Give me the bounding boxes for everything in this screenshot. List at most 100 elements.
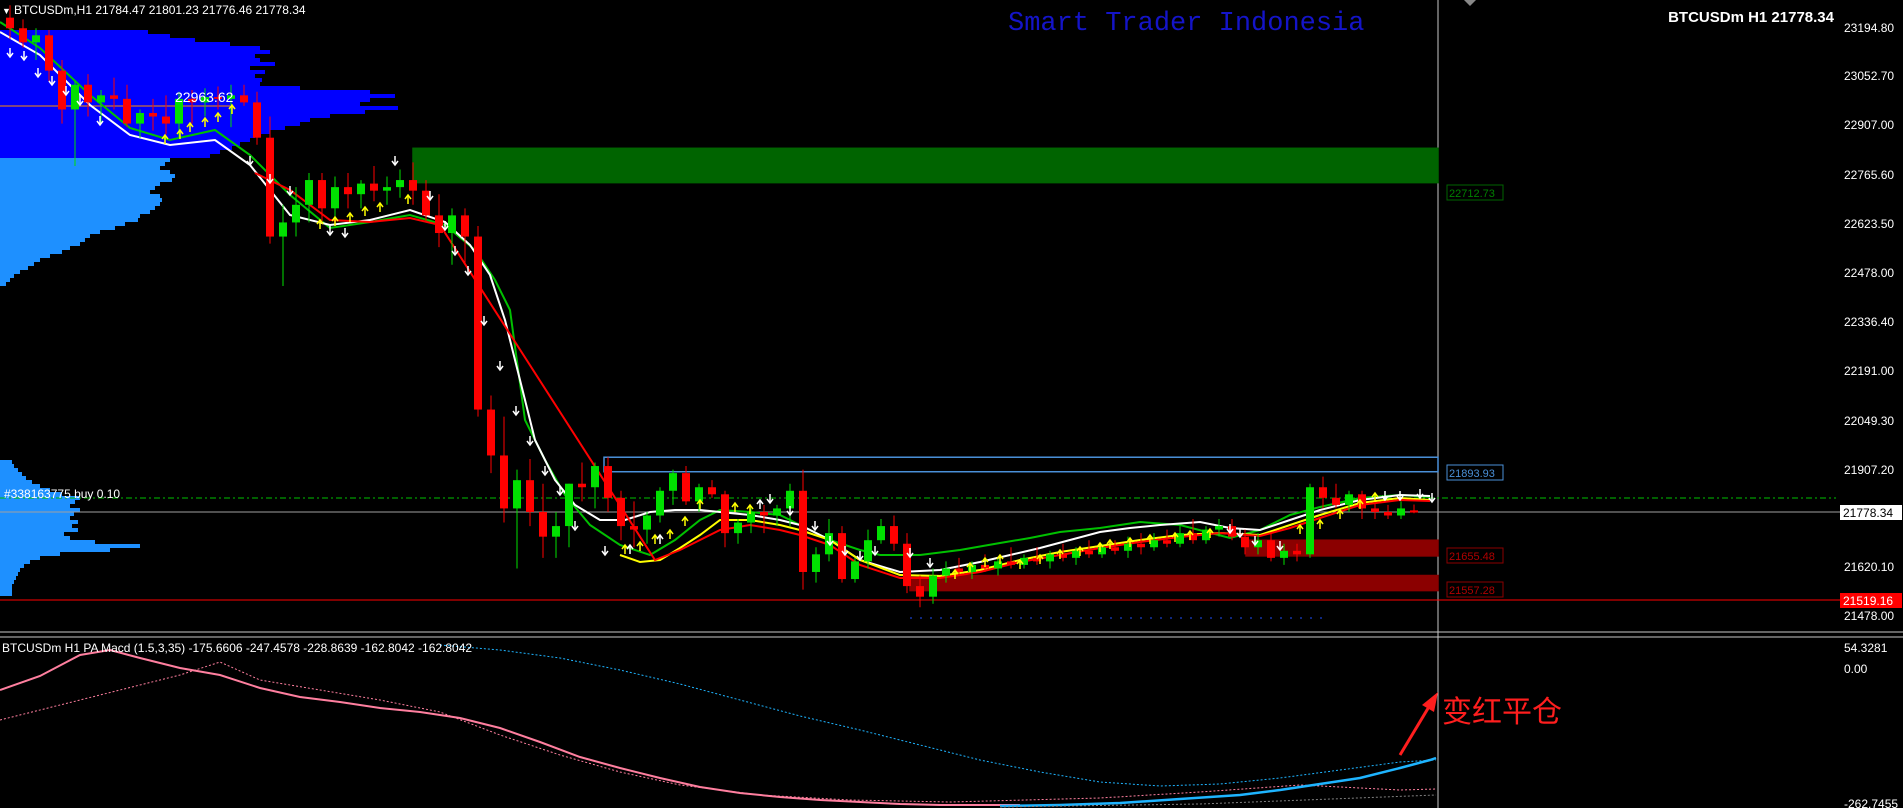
candle-body bbox=[526, 480, 534, 512]
volume-bar bbox=[0, 516, 70, 520]
volume-bar bbox=[0, 78, 262, 82]
candle-body bbox=[448, 215, 456, 234]
candle-body bbox=[1098, 547, 1106, 555]
candle-body bbox=[1397, 508, 1405, 516]
candle-body bbox=[240, 95, 248, 103]
volume-bar bbox=[0, 246, 70, 250]
volume-bar bbox=[0, 62, 275, 66]
candle-body bbox=[539, 511, 547, 537]
volume-bar bbox=[0, 186, 155, 190]
trading-chart[interactable]: ▼ BTCUSDm,H1 21784.47 21801.23 21776.46 … bbox=[0, 0, 1903, 808]
macd-title: BTCUSDm H1 PA Macd (1.5,3,35) -175.6606 … bbox=[2, 641, 472, 655]
volume-bar bbox=[0, 552, 60, 556]
volume-bar bbox=[0, 580, 14, 584]
volume-bar bbox=[0, 476, 26, 480]
candle-body bbox=[1163, 540, 1171, 544]
volume-bar bbox=[0, 262, 34, 266]
candle-body bbox=[253, 102, 261, 138]
range-high-label-box: 21893.93 bbox=[1446, 464, 1504, 481]
candle-body bbox=[1267, 540, 1275, 558]
candle-body bbox=[97, 95, 105, 103]
candle-body bbox=[84, 84, 92, 103]
candle-body bbox=[734, 522, 742, 534]
macd-axis-zero: 0.00 bbox=[1844, 662, 1868, 676]
price-tick: 21620.10 bbox=[1844, 560, 1894, 574]
svg-text:21655.48: 21655.48 bbox=[1449, 551, 1495, 563]
candle-body bbox=[318, 180, 326, 209]
volume-bar bbox=[0, 170, 170, 174]
volume-bar bbox=[0, 540, 95, 544]
macd-annotation: 变红平仓 bbox=[1442, 696, 1562, 729]
volume-bar bbox=[0, 556, 40, 560]
volume-bar bbox=[0, 528, 78, 532]
volume-bar bbox=[0, 142, 240, 146]
candle-body bbox=[773, 508, 781, 516]
candle-body bbox=[1306, 487, 1314, 555]
candle-body bbox=[149, 112, 157, 117]
collapse-icon[interactable]: ▼ bbox=[2, 6, 11, 16]
volume-bar bbox=[0, 472, 22, 476]
volume-bar bbox=[0, 508, 80, 512]
candle-body bbox=[1150, 540, 1158, 548]
candle-body bbox=[565, 483, 573, 527]
volume-bar bbox=[0, 202, 160, 206]
volume-bar bbox=[0, 524, 72, 528]
candle-body bbox=[370, 183, 378, 191]
candle-body bbox=[344, 187, 352, 195]
volume-bar bbox=[0, 126, 285, 130]
poc-label: 22963.62 bbox=[175, 89, 234, 105]
volume-bar bbox=[0, 548, 110, 552]
volume-bar bbox=[0, 210, 150, 214]
volume-bar bbox=[0, 222, 125, 226]
volume-bar bbox=[0, 464, 14, 468]
candle-body bbox=[1384, 511, 1392, 516]
volume-bar bbox=[0, 250, 62, 254]
candle-body bbox=[643, 515, 651, 530]
volume-bar bbox=[0, 182, 160, 186]
candle-body bbox=[890, 526, 898, 544]
price-tick: 21478.00 bbox=[1844, 609, 1894, 623]
candle-body bbox=[708, 487, 716, 495]
candle-body bbox=[812, 554, 820, 572]
volume-bar bbox=[0, 158, 170, 162]
volume-bar bbox=[0, 206, 155, 210]
volume-bar bbox=[0, 520, 78, 524]
candle-body bbox=[1371, 508, 1379, 512]
candle[interactable] bbox=[1306, 483, 1314, 558]
candle[interactable] bbox=[851, 557, 859, 583]
price-tick: 22623.50 bbox=[1844, 217, 1894, 231]
zone-supply bbox=[412, 147, 1439, 184]
candle-body bbox=[617, 497, 625, 527]
candle-body bbox=[760, 511, 768, 516]
volume-bar bbox=[0, 234, 90, 238]
price-tick: 22336.40 bbox=[1844, 315, 1894, 329]
candle-body bbox=[487, 409, 495, 456]
price-tick: 21907.20 bbox=[1844, 463, 1894, 477]
volume-bar bbox=[0, 226, 115, 230]
volume-bar bbox=[0, 150, 220, 154]
candle-body bbox=[435, 215, 443, 234]
candle-body bbox=[682, 473, 690, 502]
volume-bar bbox=[0, 118, 310, 122]
volume-bar bbox=[0, 592, 12, 596]
candle-body bbox=[58, 70, 66, 110]
candle-body bbox=[1085, 550, 1093, 555]
volume-bar bbox=[0, 214, 140, 218]
candle-body bbox=[6, 17, 14, 29]
red-level-price-box: 21519.16 bbox=[1840, 593, 1902, 608]
zone-demand-2 bbox=[909, 574, 1439, 592]
candle-body bbox=[292, 204, 300, 223]
volume-bar bbox=[0, 198, 162, 202]
volume-bar bbox=[0, 134, 255, 138]
volume-bar bbox=[0, 242, 80, 246]
svg-text:21778.34: 21778.34 bbox=[1843, 506, 1893, 520]
candle-body bbox=[864, 540, 872, 562]
volume-bar bbox=[0, 254, 50, 258]
price-tick: 22765.60 bbox=[1844, 168, 1894, 182]
candle-body bbox=[604, 466, 612, 498]
candle-body bbox=[721, 494, 729, 534]
volume-bar bbox=[0, 82, 260, 86]
volume-bar bbox=[0, 86, 300, 90]
candle-body bbox=[409, 180, 417, 191]
candle-body bbox=[799, 490, 807, 572]
